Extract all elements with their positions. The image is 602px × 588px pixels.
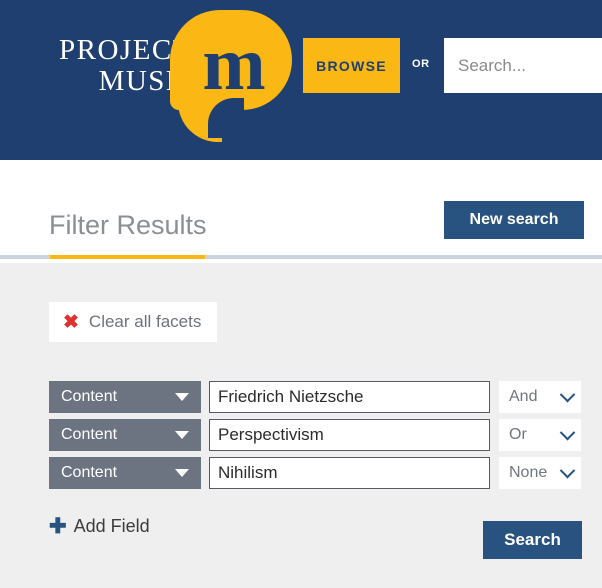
filter-results-bar: Filter Results New search xyxy=(0,160,602,263)
clear-all-facets-label: Clear all facets xyxy=(89,312,201,332)
search-submit-button[interactable]: Search xyxy=(483,521,582,559)
tab-underline-active-indicator xyxy=(50,255,205,259)
header-search-input[interactable] xyxy=(444,38,602,93)
search-term-input-1[interactable] xyxy=(209,419,490,451)
chevron-down-icon xyxy=(560,386,576,402)
field-select-label: Content xyxy=(61,464,175,482)
operator-select-0[interactable]: And xyxy=(499,381,581,413)
field-select-2[interactable]: Content xyxy=(49,457,201,489)
add-field-label: Add Field xyxy=(74,516,150,537)
project-muse-logo[interactable]: PROJECT MUSE® m xyxy=(40,8,290,143)
facet-row: Content None xyxy=(49,457,582,489)
operator-select-label: And xyxy=(509,388,562,406)
clear-all-facets-button[interactable]: ✖ Clear all facets xyxy=(49,302,217,342)
chevron-down-icon xyxy=(560,424,576,440)
facet-row: Content Or xyxy=(49,419,582,451)
operator-select-label: Or xyxy=(509,426,562,444)
chevron-down-icon xyxy=(560,462,576,478)
new-search-button[interactable]: New search xyxy=(444,201,584,239)
browse-button[interactable]: BROWSE xyxy=(303,38,400,93)
or-separator-label: OR xyxy=(412,58,430,70)
facet-row: Content And xyxy=(49,381,582,413)
logo-letter-m: m xyxy=(184,26,284,102)
muse-speech-bubble-icon: m xyxy=(170,10,292,142)
operator-select-1[interactable]: Or xyxy=(499,419,581,451)
chevron-down-icon xyxy=(175,431,189,439)
operator-select-2[interactable]: None xyxy=(499,457,581,489)
page-title: Filter Results xyxy=(49,210,207,241)
site-header: PROJECT MUSE® m BROWSE OR xyxy=(0,0,602,160)
field-select-label: Content xyxy=(61,388,175,406)
plus-icon: ✚ xyxy=(49,516,67,537)
facet-rows: Content And Content Or Content xyxy=(49,381,582,489)
add-field-button[interactable]: ✚ Add Field xyxy=(49,516,150,537)
field-select-0[interactable]: Content xyxy=(49,381,201,413)
chevron-down-icon xyxy=(175,469,189,477)
chevron-down-icon xyxy=(175,393,189,401)
close-icon: ✖ xyxy=(63,313,79,332)
search-term-input-2[interactable] xyxy=(209,457,490,489)
field-select-label: Content xyxy=(61,426,175,444)
operator-select-label: None xyxy=(509,464,562,482)
search-term-input-0[interactable] xyxy=(209,381,490,413)
field-select-1[interactable]: Content xyxy=(49,419,201,451)
